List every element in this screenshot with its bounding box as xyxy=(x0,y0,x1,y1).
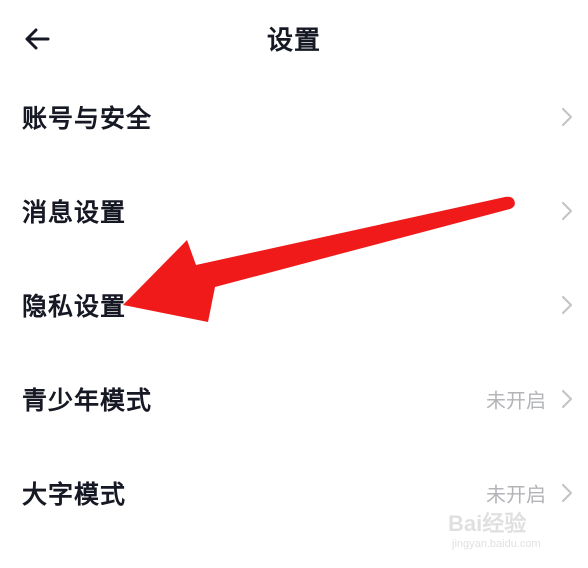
settings-item-label: 大字模式 xyxy=(22,480,127,509)
chevron-right-icon xyxy=(561,295,573,315)
settings-item-label: 青少年模式 xyxy=(22,386,153,415)
watermark: Bai经验 jingyan.baidu.com xyxy=(448,506,578,556)
settings-item-label: 账号与安全 xyxy=(22,104,153,133)
settings-item-status: 未开启 xyxy=(486,388,546,413)
chevron-right-icon xyxy=(561,107,573,127)
settings-item-privacy[interactable]: 隐私设置 xyxy=(0,258,588,352)
chevron-right-icon xyxy=(561,483,573,503)
settings-list: 账号与安全 消息设置 隐私设置 青少年模式 未开启 大字模式 未开启 xyxy=(0,70,588,540)
chevron-right-icon xyxy=(561,201,573,221)
settings-item-message[interactable]: 消息设置 xyxy=(0,164,588,258)
settings-item-label: 消息设置 xyxy=(22,198,127,227)
header: 设置 xyxy=(0,0,588,78)
page-title: 设置 xyxy=(266,26,321,56)
watermark-url: jingyan.baidu.com xyxy=(452,538,541,550)
settings-item-account-security[interactable]: 账号与安全 xyxy=(0,70,588,164)
watermark-logo: Bai经验 xyxy=(448,511,527,536)
settings-item-label: 隐私设置 xyxy=(22,292,127,321)
settings-item-status: 未开启 xyxy=(486,482,546,507)
settings-item-teen-mode[interactable]: 青少年模式 未开启 xyxy=(0,352,588,446)
chevron-right-icon xyxy=(561,389,573,409)
